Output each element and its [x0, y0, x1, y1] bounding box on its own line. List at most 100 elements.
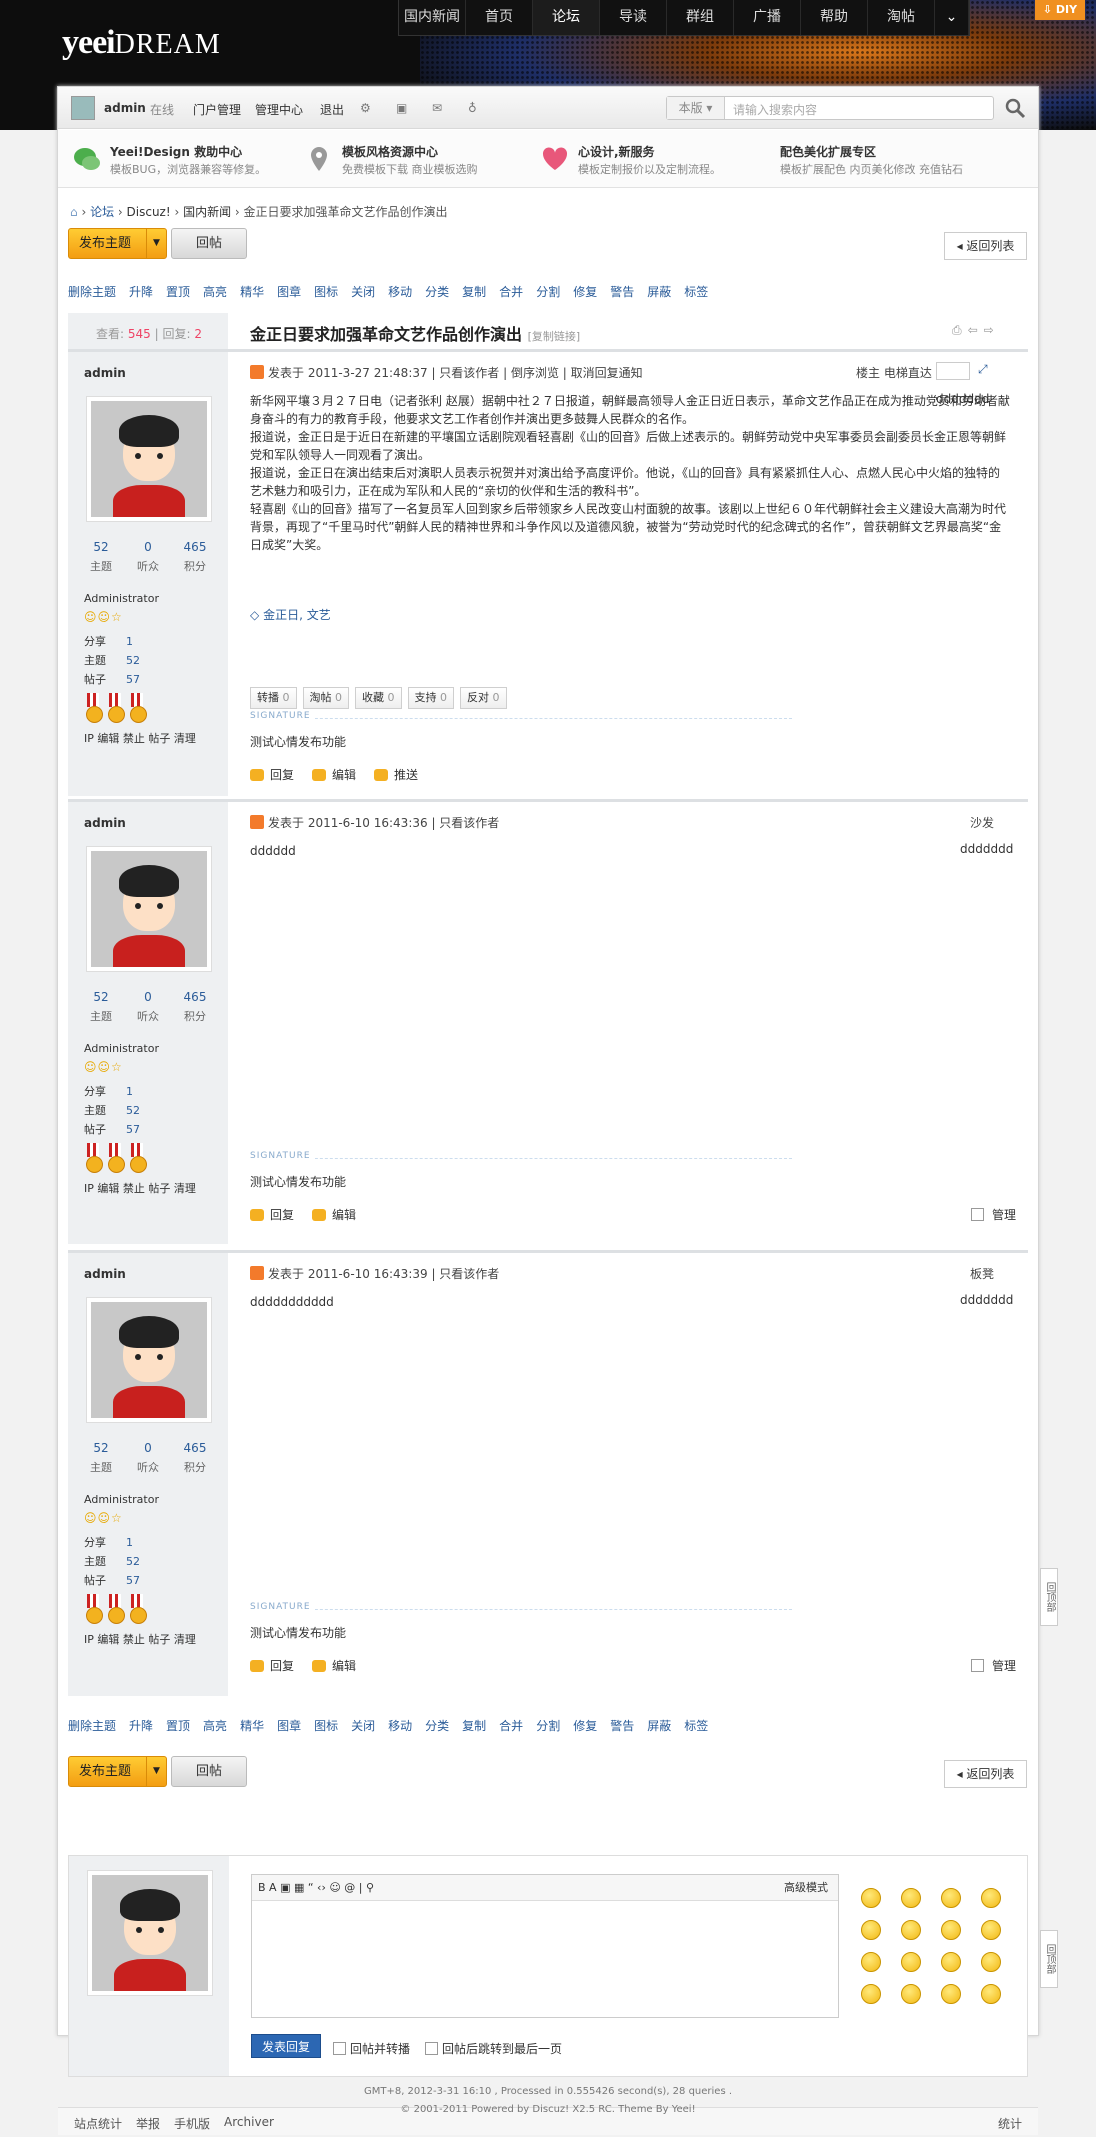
post-action-1[interactable]: 淘帖 0: [302, 687, 349, 709]
mod-action-13[interactable]: 修复: [573, 1717, 610, 1734]
mod-action-15[interactable]: 屏蔽: [647, 283, 684, 300]
author-admin-links[interactable]: IP 编辑 禁止 帖子 清理: [84, 1631, 196, 1647]
author-info-value[interactable]: 1: [126, 635, 133, 648]
smiley-icon[interactable]: [941, 1984, 961, 2004]
author-stat-1[interactable]: 0 听众: [125, 990, 171, 1024]
mod-action-13[interactable]: 修复: [573, 283, 610, 300]
author-avatar[interactable]: [86, 846, 212, 972]
mod-action-12[interactable]: 分割: [536, 283, 573, 300]
copy-link[interactable]: [复制链接]: [528, 330, 581, 343]
diy-button[interactable]: ⇩ DIY: [1035, 0, 1085, 20]
post-floor[interactable]: 板凳: [970, 1265, 994, 1282]
post-action-4[interactable]: 反对 0: [460, 687, 507, 709]
back-to-list-button[interactable]: ◂ 返回列表: [944, 232, 1027, 260]
mod-action-14[interactable]: 警告: [610, 1717, 647, 1734]
author-name[interactable]: admin: [84, 366, 126, 380]
search-scope-select[interactable]: 本版 ▾: [667, 97, 725, 119]
smiley-icon[interactable]: [981, 1888, 1001, 1908]
mod-action-2[interactable]: 置顶: [166, 1717, 203, 1734]
user-avatar-small[interactable]: [71, 96, 95, 120]
author-info-value[interactable]: 57: [126, 673, 140, 686]
mod-action-14[interactable]: 警告: [610, 283, 647, 300]
mod-action-3[interactable]: 高亮: [203, 1717, 240, 1734]
post-footer-action-1[interactable]: 编辑: [312, 1657, 356, 1674]
smiley-icon[interactable]: [861, 1888, 881, 1908]
author-info-value[interactable]: 1: [126, 1536, 133, 1549]
manage-checkbox[interactable]: 管理: [971, 1206, 1016, 1223]
back-to-top-tab[interactable]: 回顶部: [1040, 1568, 1058, 1626]
link-portal-admin[interactable]: 门户管理: [193, 101, 241, 118]
author-stat-1[interactable]: 0 听众: [125, 540, 171, 574]
jump-to-last-page-checkbox[interactable]: 回帖后跳转到最后一页: [425, 2040, 562, 2057]
nav-item-2[interactable]: 论坛: [533, 0, 600, 35]
nav-item-7[interactable]: 淘帖: [868, 0, 935, 35]
username-link[interactable]: admin: [104, 101, 146, 115]
author-info-value[interactable]: 52: [126, 1555, 140, 1568]
author-name[interactable]: admin: [84, 816, 126, 830]
author-info-value[interactable]: 57: [126, 1123, 140, 1136]
author-admin-links[interactable]: IP 编辑 禁止 帖子 清理: [84, 1180, 196, 1196]
bulb-icon[interactable]: ♁: [468, 101, 477, 115]
smiley-icon[interactable]: [901, 1952, 921, 1972]
post-floor[interactable]: 楼主 电梯直达: [856, 364, 932, 381]
author-info-value[interactable]: 1: [126, 1085, 133, 1098]
author-stat-0[interactable]: 52 主题: [78, 1441, 124, 1475]
author-info-value[interactable]: 57: [126, 1574, 140, 1587]
author-stat-0[interactable]: 52 主题: [78, 540, 124, 574]
mod-action-7[interactable]: 关闭: [351, 283, 388, 300]
smiley-icon[interactable]: [861, 1952, 881, 1972]
mod-action-10[interactable]: 复制: [462, 1717, 499, 1734]
promo-help-center[interactable]: Yeei!Design 救助中心 模板BUG，浏览器兼容等修复。: [72, 130, 292, 188]
promo-color-extension[interactable]: 配色美化扩展专区 模板扩展配色 内页美化修改 充值钻石: [780, 130, 1030, 188]
author-stat-2[interactable]: 465 积分: [172, 990, 218, 1024]
smiley-icon[interactable]: [901, 1888, 921, 1908]
breadcrumb-forum[interactable]: 论坛: [90, 205, 114, 219]
smiley-icon[interactable]: [981, 1984, 1001, 2004]
jump-icon[interactable]: ⤢: [978, 362, 988, 377]
nav-more-icon[interactable]: ⌄: [935, 0, 969, 35]
author-avatar[interactable]: [86, 396, 212, 522]
author-avatar[interactable]: [86, 1297, 212, 1423]
author-name[interactable]: admin: [84, 1267, 126, 1281]
post-footer-action-0[interactable]: 回复: [250, 766, 294, 783]
nav-item-4[interactable]: 群组: [667, 0, 734, 35]
mod-action-5[interactable]: 图章: [277, 1717, 314, 1734]
author-stat-0[interactable]: 52 主题: [78, 990, 124, 1024]
author-role[interactable]: Administrator: [84, 592, 159, 605]
mod-action-11[interactable]: 合并: [499, 283, 536, 300]
nav-item-5[interactable]: 广播: [734, 0, 801, 35]
submit-reply-button[interactable]: 发表回复: [251, 2034, 321, 2058]
mod-action-10[interactable]: 复制: [462, 283, 499, 300]
mod-action-2[interactable]: 置顶: [166, 283, 203, 300]
mod-action-4[interactable]: 精华: [240, 283, 277, 300]
manage-checkbox[interactable]: 管理: [971, 1657, 1016, 1674]
reply-button-bottom[interactable]: 回帖: [171, 1756, 247, 1787]
author-admin-links[interactable]: IP 编辑 禁止 帖子 清理: [84, 730, 196, 746]
search-icon[interactable]: [1004, 97, 1026, 119]
reply-button[interactable]: 回帖: [171, 228, 247, 259]
mod-action-16[interactable]: 标签: [684, 283, 721, 300]
mod-action-6[interactable]: 图标: [314, 1717, 351, 1734]
mail-icon[interactable]: ✉: [432, 101, 442, 115]
mod-action-1[interactable]: 升降: [129, 1717, 166, 1734]
smiley-icon[interactable]: [861, 1984, 881, 2004]
chevron-down-icon[interactable]: ▼: [146, 1757, 166, 1786]
mod-action-12[interactable]: 分割: [536, 1717, 573, 1734]
post-action-2[interactable]: 收藏 0: [355, 687, 402, 709]
reply-textarea[interactable]: [252, 1901, 838, 2017]
author-stat-2[interactable]: 465 积分: [172, 540, 218, 574]
promo-template-resources[interactable]: 模板风格资源中心 免费模板下载 商业模板选购: [304, 130, 524, 188]
advanced-mode-link[interactable]: 高级模式: [784, 1875, 828, 1901]
prev-thread-icon[interactable]: ⇦: [968, 323, 984, 337]
mod-action-0[interactable]: 删除主题: [68, 283, 129, 300]
nav-item-1[interactable]: 首页: [466, 0, 533, 35]
author-info-value[interactable]: 52: [126, 654, 140, 667]
mod-action-11[interactable]: 合并: [499, 1717, 536, 1734]
post-footer-action-0[interactable]: 回复: [250, 1206, 294, 1223]
promo-custom-service[interactable]: 心设计,新服务 模板定制报价以及定制流程。: [540, 130, 760, 188]
editor-toolbar[interactable]: B A ▣ ▦ “ ‹› ☺ @ | ⚲ 高级模式: [252, 1875, 838, 1901]
breadcrumb-board[interactable]: 国内新闻: [183, 205, 231, 219]
post-footer-action-1[interactable]: 编辑: [312, 1206, 356, 1223]
link-admin-center[interactable]: 管理中心: [255, 101, 303, 118]
post-footer-action-2[interactable]: 推送: [374, 766, 418, 783]
